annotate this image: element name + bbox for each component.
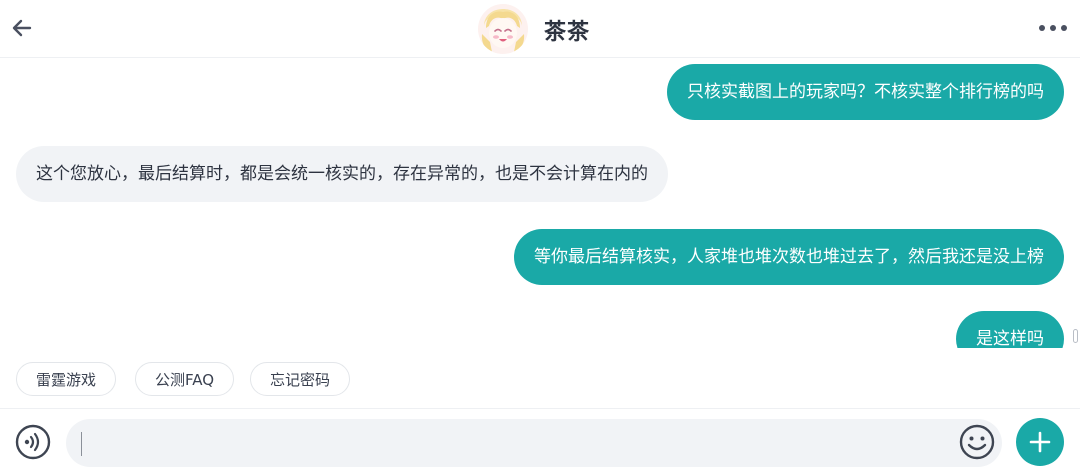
- scrollbar-thumb[interactable]: [1073, 329, 1078, 343]
- more-horizontal-icon: [1039, 25, 1067, 31]
- more-button[interactable]: [1034, 18, 1074, 38]
- message-list[interactable]: 只核实截图上的玩家吗？不核实整个排行榜的吗 这个您放心，最后结算时，都是会统一核…: [0, 58, 1080, 348]
- message-input[interactable]: [66, 419, 1002, 467]
- more-actions-button[interactable]: [1016, 418, 1064, 466]
- message-bubble-sent[interactable]: 是这样吗: [956, 311, 1064, 348]
- input-bar: [0, 408, 1080, 475]
- emoji-icon: [959, 424, 995, 460]
- voice-input-icon: [15, 424, 51, 460]
- quick-reply-chip[interactable]: 雷霆游戏: [16, 362, 117, 396]
- page-title: 茶茶: [544, 20, 591, 45]
- quick-reply-bar: 雷霆游戏 公测FAQ 忘记密码: [0, 360, 1080, 400]
- arrow-left-icon: [12, 19, 32, 37]
- chat-header: 茶茶: [0, 0, 1080, 58]
- plus-icon: [1029, 431, 1051, 453]
- back-button[interactable]: [8, 12, 40, 44]
- message-bubble-sent[interactable]: 只核实截图上的玩家吗？不核实整个排行榜的吗: [667, 64, 1064, 120]
- avatar[interactable]: [478, 4, 528, 54]
- emoji-button[interactable]: [958, 423, 996, 461]
- voice-button[interactable]: [14, 423, 52, 461]
- quick-reply-chip[interactable]: 公测FAQ: [135, 362, 235, 396]
- text-caret: [81, 432, 82, 456]
- message-bubble-received[interactable]: 这个您放心，最后结算时，都是会统一核实的，存在异常的，也是不会计算在内的: [16, 146, 668, 202]
- quick-reply-chip[interactable]: 忘记密码: [250, 362, 351, 396]
- message-bubble-sent[interactable]: 等你最后结算核实，人家堆也堆次数也堆过去了，然后我还是没上榜: [514, 229, 1064, 285]
